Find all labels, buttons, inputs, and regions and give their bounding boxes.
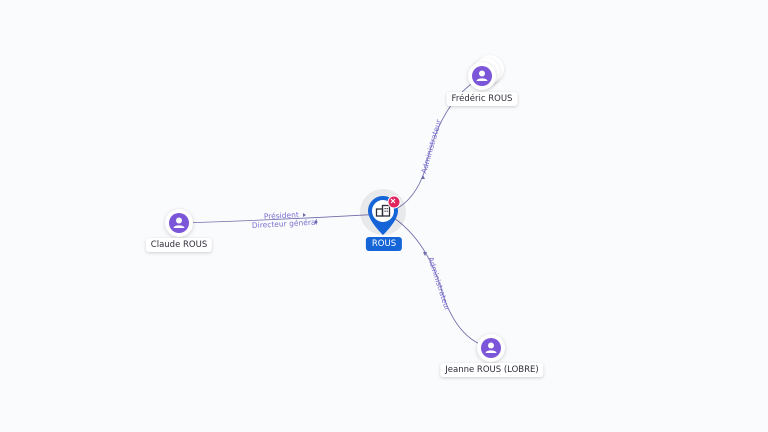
person-icon: [472, 66, 492, 86]
graph-canvas: Président Directeur général Administrate…: [0, 0, 768, 432]
person-icon: [169, 213, 189, 233]
person-node-claude[interactable]: [165, 209, 193, 237]
person-icon: [481, 338, 501, 358]
person-label-claude[interactable]: Claude ROUS: [145, 238, 213, 252]
person-node-frederic[interactable]: [468, 62, 496, 90]
close-icon[interactable]: [387, 195, 401, 209]
company-label[interactable]: ROUS: [365, 237, 403, 251]
edge-label-administrateur-jeanne: Administrateur: [426, 256, 452, 313]
arrow-icon: [303, 213, 306, 217]
edge-label-directeur-general: Directeur général: [252, 218, 318, 230]
arrow-icon: [421, 175, 425, 179]
edge-label-administrateur-frederic: Administrateur: [419, 117, 443, 174]
person-node-jeanne[interactable]: [477, 334, 505, 362]
person-label-frederic[interactable]: Frédéric ROUS: [446, 92, 518, 106]
person-label-jeanne[interactable]: Jeanne ROUS (LOBRE): [440, 363, 544, 377]
